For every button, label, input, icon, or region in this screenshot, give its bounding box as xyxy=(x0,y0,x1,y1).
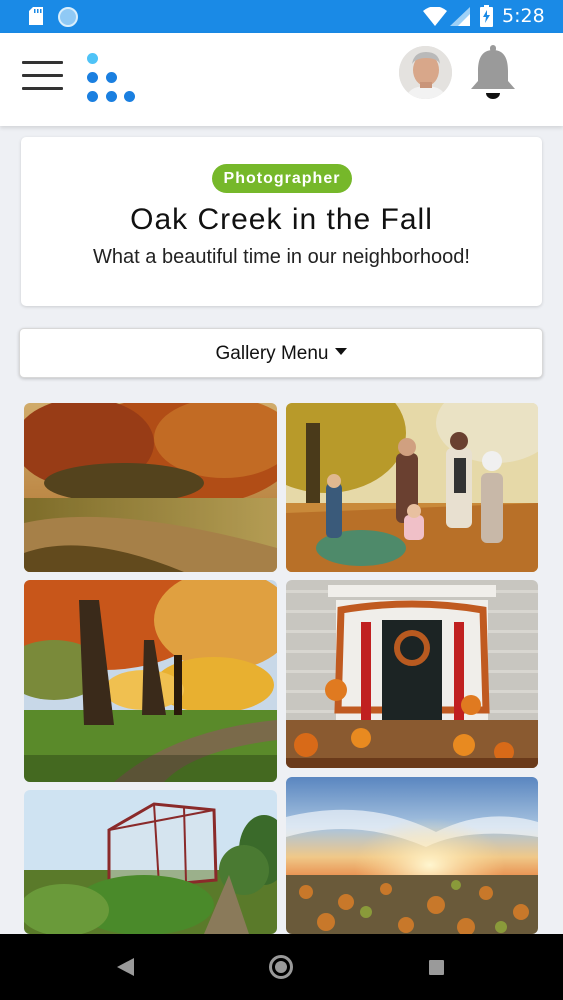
avatar[interactable] xyxy=(399,46,452,99)
gallery-photo[interactable] xyxy=(286,580,538,768)
hamburger-icon[interactable] xyxy=(22,61,63,91)
status-bar: 5:28 xyxy=(0,0,563,33)
caret-down-icon xyxy=(334,348,347,356)
gallery-menu-label: Gallery Menu xyxy=(215,343,329,364)
wifi-icon xyxy=(423,7,447,26)
gallery-photo[interactable] xyxy=(24,580,277,782)
home-icon[interactable] xyxy=(269,955,293,979)
clock-time: 5:28 xyxy=(502,5,545,27)
avatar-image xyxy=(399,46,452,99)
battery-charging-icon xyxy=(480,5,493,27)
page-subtitle: What a beautiful time in our neighborhoo… xyxy=(93,246,470,268)
autumn-path-image xyxy=(24,403,277,572)
family-leaves-image xyxy=(286,403,538,572)
gallery-photo[interactable] xyxy=(286,403,538,572)
sunset-town-image xyxy=(286,777,538,934)
gallery-photo[interactable] xyxy=(24,790,277,934)
sync-icon xyxy=(58,7,78,27)
system-nav-bar xyxy=(0,934,563,1000)
gallery-photo[interactable] xyxy=(286,777,538,934)
recents-icon[interactable] xyxy=(429,960,444,975)
role-badge: Photographer xyxy=(212,164,352,193)
back-icon[interactable] xyxy=(117,958,134,976)
greenhouse-image xyxy=(24,790,277,934)
gallery-photo[interactable] xyxy=(24,403,277,572)
bell-icon[interactable] xyxy=(468,43,518,101)
header-card: Photographer Oak Creek in the Fall What … xyxy=(21,137,542,306)
gallery-menu-dropdown[interactable]: Gallery Menu xyxy=(19,328,543,378)
signal-icon xyxy=(450,7,470,26)
park-trees-image xyxy=(24,580,277,782)
page-title: Oak Creek in the Fall xyxy=(130,203,433,236)
sd-card-icon xyxy=(29,7,43,25)
app-logo[interactable] xyxy=(84,51,140,107)
decorated-door-image xyxy=(286,580,538,768)
app-bar xyxy=(0,33,563,126)
